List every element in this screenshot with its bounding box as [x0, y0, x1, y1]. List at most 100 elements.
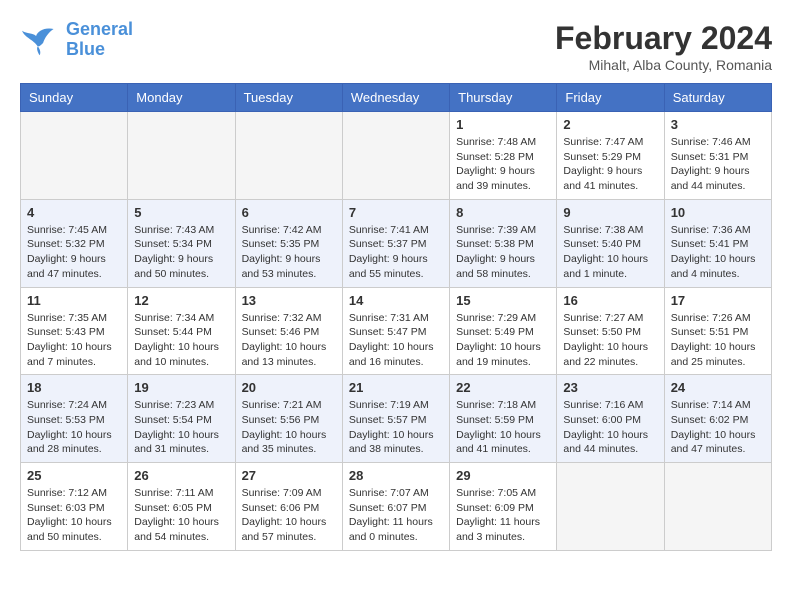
calendar-week-2: 4Sunrise: 7:45 AM Sunset: 5:32 PM Daylig…	[21, 199, 772, 287]
month-year-title: February 2024	[555, 20, 772, 57]
location-subtitle: Mihalt, Alba County, Romania	[555, 57, 772, 73]
day-number: 4	[27, 205, 121, 220]
day-info: Sunrise: 7:21 AM Sunset: 5:56 PM Dayligh…	[242, 398, 336, 457]
calendar-cell: 14Sunrise: 7:31 AM Sunset: 5:47 PM Dayli…	[342, 287, 449, 375]
calendar-cell: 21 Sunrise: 7:19 AM Sunset: 5:57 PM Dayli…	[342, 375, 449, 463]
day-info: Sunrise: 7:23 AM Sunset: 5:54 PM Dayligh…	[134, 398, 228, 457]
calendar-cell: 15Sunrise: 7:29 AM Sunset: 5:49 PM Dayli…	[450, 287, 557, 375]
day-info: Sunrise: 7:11 AM Sunset: 6:05 PM Dayligh…	[134, 486, 228, 545]
calendar-body: 1 Sunrise: 7:48 AM Sunset: 5:28 PM Daylig…	[21, 112, 772, 551]
day-info: Sunrise: 7:35 AM Sunset: 5:43 PM Dayligh…	[27, 311, 121, 370]
calendar-cell: 6 Sunrise: 7:42 AM Sunset: 5:35 PM Daylig…	[235, 199, 342, 287]
day-info: Sunrise: 7:41 AM Sunset: 5:37 PM Dayligh…	[349, 223, 443, 282]
calendar-cell	[128, 112, 235, 200]
day-number: 15	[456, 293, 550, 308]
day-number: 16	[563, 293, 657, 308]
day-info: Sunrise: 7:47 AM Sunset: 5:29 PM Dayligh…	[563, 135, 657, 194]
calendar-cell: 12Sunrise: 7:34 AM Sunset: 5:44 PM Dayli…	[128, 287, 235, 375]
calendar-cell: 28Sunrise: 7:07 AM Sunset: 6:07 PM Dayli…	[342, 463, 449, 551]
day-info: Sunrise: 7:32 AM Sunset: 5:46 PM Dayligh…	[242, 311, 336, 370]
calendar-cell: 27 Sunrise: 7:09 AM Sunset: 6:06 PM Dayli…	[235, 463, 342, 551]
day-number: 13	[242, 293, 336, 308]
logo-bird-icon	[20, 22, 60, 57]
calendar-cell	[342, 112, 449, 200]
calendar-cell: 3 Sunrise: 7:46 AM Sunset: 5:31 PM Daylig…	[664, 112, 771, 200]
day-info: Sunrise: 7:46 AM Sunset: 5:31 PM Dayligh…	[671, 135, 765, 194]
day-info: Sunrise: 7:48 AM Sunset: 5:28 PM Dayligh…	[456, 135, 550, 194]
calendar-cell: 20 Sunrise: 7:21 AM Sunset: 5:56 PM Dayli…	[235, 375, 342, 463]
weekday-header-friday: Friday	[557, 84, 664, 112]
calendar-cell: 18 Sunrise: 7:24 AM Sunset: 5:53 PM Dayli…	[21, 375, 128, 463]
calendar-table: SundayMondayTuesdayWednesdayThursdayFrid…	[20, 83, 772, 551]
calendar-cell: 8 Sunrise: 7:39 AM Sunset: 5:38 PM Daylig…	[450, 199, 557, 287]
calendar-cell: 29 Sunrise: 7:05 AM Sunset: 6:09 PM Dayli…	[450, 463, 557, 551]
day-info: Sunrise: 7:19 AM Sunset: 5:57 PM Dayligh…	[349, 398, 443, 457]
logo: General Blue	[20, 20, 133, 60]
day-info: Sunrise: 7:43 AM Sunset: 5:34 PM Dayligh…	[134, 223, 228, 282]
day-info: Sunrise: 7:18 AM Sunset: 5:59 PM Dayligh…	[456, 398, 550, 457]
day-number: 12	[134, 293, 228, 308]
day-number: 3	[671, 117, 765, 132]
calendar-cell: 10 Sunrise: 7:36 AM Sunset: 5:41 PM Dayli…	[664, 199, 771, 287]
calendar-cell: 5Sunrise: 7:43 AM Sunset: 5:34 PM Daylig…	[128, 199, 235, 287]
calendar-cell: 26Sunrise: 7:11 AM Sunset: 6:05 PM Dayli…	[128, 463, 235, 551]
calendar-cell: 24 Sunrise: 7:14 AM Sunset: 6:02 PM Dayli…	[664, 375, 771, 463]
day-info: Sunrise: 7:24 AM Sunset: 5:53 PM Dayligh…	[27, 398, 121, 457]
day-info: Sunrise: 7:09 AM Sunset: 6:06 PM Dayligh…	[242, 486, 336, 545]
weekday-header-sunday: Sunday	[21, 84, 128, 112]
calendar-cell: 13 Sunrise: 7:32 AM Sunset: 5:46 PM Dayli…	[235, 287, 342, 375]
day-number: 18	[27, 380, 121, 395]
day-number: 11	[27, 293, 121, 308]
calendar-cell: 7Sunrise: 7:41 AM Sunset: 5:37 PM Daylig…	[342, 199, 449, 287]
day-number: 23	[563, 380, 657, 395]
weekday-header-thursday: Thursday	[450, 84, 557, 112]
weekday-header-wednesday: Wednesday	[342, 84, 449, 112]
calendar-cell: 11 Sunrise: 7:35 AM Sunset: 5:43 PM Dayli…	[21, 287, 128, 375]
day-info: Sunrise: 7:26 AM Sunset: 5:51 PM Dayligh…	[671, 311, 765, 370]
day-number: 14	[349, 293, 443, 308]
day-number: 9	[563, 205, 657, 220]
title-block: February 2024 Mihalt, Alba County, Roman…	[555, 20, 772, 73]
day-info: Sunrise: 7:05 AM Sunset: 6:09 PM Dayligh…	[456, 486, 550, 545]
day-info: Sunrise: 7:38 AM Sunset: 5:40 PM Dayligh…	[563, 223, 657, 282]
calendar-week-3: 11 Sunrise: 7:35 AM Sunset: 5:43 PM Dayli…	[21, 287, 772, 375]
day-number: 21	[349, 380, 443, 395]
day-number: 17	[671, 293, 765, 308]
day-number: 27	[242, 468, 336, 483]
day-number: 8	[456, 205, 550, 220]
day-info: Sunrise: 7:12 AM Sunset: 6:03 PM Dayligh…	[27, 486, 121, 545]
calendar-cell	[557, 463, 664, 551]
weekday-header-tuesday: Tuesday	[235, 84, 342, 112]
day-number: 29	[456, 468, 550, 483]
calendar-cell	[664, 463, 771, 551]
calendar-cell	[235, 112, 342, 200]
day-number: 20	[242, 380, 336, 395]
calendar-cell: 9 Sunrise: 7:38 AM Sunset: 5:40 PM Daylig…	[557, 199, 664, 287]
day-info: Sunrise: 7:14 AM Sunset: 6:02 PM Dayligh…	[671, 398, 765, 457]
day-number: 19	[134, 380, 228, 395]
weekday-header-monday: Monday	[128, 84, 235, 112]
day-number: 24	[671, 380, 765, 395]
day-number: 22	[456, 380, 550, 395]
weekday-header-saturday: Saturday	[664, 84, 771, 112]
calendar-cell: 2 Sunrise: 7:47 AM Sunset: 5:29 PM Daylig…	[557, 112, 664, 200]
day-number: 1	[456, 117, 550, 132]
day-info: Sunrise: 7:39 AM Sunset: 5:38 PM Dayligh…	[456, 223, 550, 282]
day-info: Sunrise: 7:16 AM Sunset: 6:00 PM Dayligh…	[563, 398, 657, 457]
calendar-cell: 4Sunrise: 7:45 AM Sunset: 5:32 PM Daylig…	[21, 199, 128, 287]
day-number: 28	[349, 468, 443, 483]
day-info: Sunrise: 7:27 AM Sunset: 5:50 PM Dayligh…	[563, 311, 657, 370]
calendar-cell	[21, 112, 128, 200]
day-number: 2	[563, 117, 657, 132]
day-info: Sunrise: 7:42 AM Sunset: 5:35 PM Dayligh…	[242, 223, 336, 282]
page-header: General Blue February 2024 Mihalt, Alba …	[20, 20, 772, 73]
day-number: 25	[27, 468, 121, 483]
logo-text: General Blue	[66, 20, 133, 60]
calendar-week-5: 25 Sunrise: 7:12 AM Sunset: 6:03 PM Dayli…	[21, 463, 772, 551]
calendar-week-1: 1 Sunrise: 7:48 AM Sunset: 5:28 PM Daylig…	[21, 112, 772, 200]
day-number: 6	[242, 205, 336, 220]
day-info: Sunrise: 7:36 AM Sunset: 5:41 PM Dayligh…	[671, 223, 765, 282]
weekday-header-row: SundayMondayTuesdayWednesdayThursdayFrid…	[21, 84, 772, 112]
calendar-cell: 23 Sunrise: 7:16 AM Sunset: 6:00 PM Dayli…	[557, 375, 664, 463]
day-number: 10	[671, 205, 765, 220]
